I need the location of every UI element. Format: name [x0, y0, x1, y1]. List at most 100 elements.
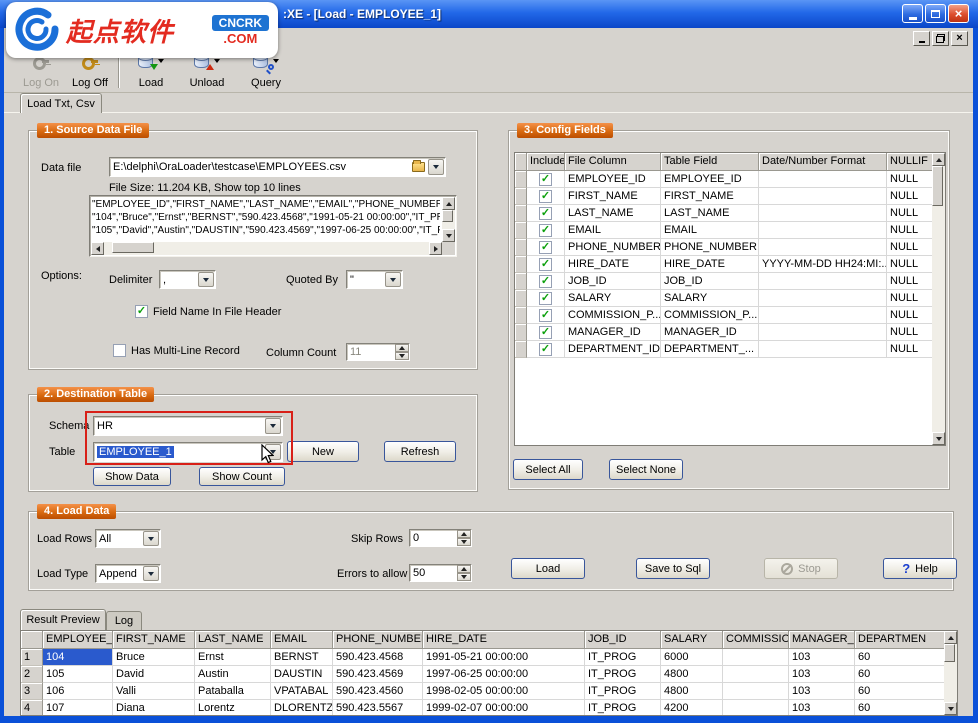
include-cell[interactable]: ✓: [527, 205, 565, 222]
result-cell[interactable]: DLORENTZ: [271, 700, 333, 715]
nullif-cell[interactable]: NULL: [887, 273, 932, 290]
spin-up-button[interactable]: [457, 530, 471, 538]
table-field-cell[interactable]: FIRST_NAME: [661, 188, 759, 205]
nullif-cell[interactable]: NULL: [887, 341, 932, 358]
help-button[interactable]: ? Help: [883, 558, 957, 579]
table-field-cell[interactable]: MANAGER_ID: [661, 324, 759, 341]
schema-select[interactable]: HR: [93, 416, 283, 436]
include-cell[interactable]: ✓: [527, 239, 565, 256]
row-number-cell[interactable]: 4: [21, 700, 43, 715]
result-cell[interactable]: [723, 700, 789, 715]
preview-hscrollbar[interactable]: [91, 242, 442, 255]
tab-log[interactable]: Log: [106, 611, 142, 630]
spin-down-button[interactable]: [457, 538, 471, 546]
result-cell[interactable]: [723, 649, 789, 666]
scrollbar-track[interactable]: [104, 242, 429, 255]
child-restore-button[interactable]: [932, 31, 949, 46]
maximize-button[interactable]: [925, 4, 946, 23]
include-cell[interactable]: ✓: [527, 256, 565, 273]
child-minimize-button[interactable]: [913, 31, 930, 46]
result-cell[interactable]: 1999-02-07 00:00:00: [423, 700, 585, 715]
include-cell[interactable]: ✓: [527, 341, 565, 358]
result-cell[interactable]: [723, 666, 789, 683]
data-file-dropdown-button[interactable]: [428, 159, 444, 175]
result-cell[interactable]: 590.423.4568: [333, 649, 423, 666]
chevron-down-icon[interactable]: [214, 59, 220, 63]
config-column-header[interactable]: Include: [527, 153, 565, 171]
field-header-checkbox[interactable]: ✓ Field Name In File Header: [135, 305, 281, 318]
checkbox-checked-icon[interactable]: ✓: [539, 275, 552, 288]
result-column-header[interactable]: EMPLOYEE_ID: [43, 631, 113, 649]
scroll-left-button[interactable]: [91, 242, 104, 255]
checkbox-checked-icon[interactable]: ✓: [135, 305, 148, 318]
checkbox-checked-icon[interactable]: ✓: [539, 326, 552, 339]
refresh-button[interactable]: Refresh: [384, 441, 456, 462]
config-column-header[interactable]: File Column: [565, 153, 661, 171]
spin-up-button[interactable]: [457, 565, 471, 573]
result-column-header[interactable]: HIRE_DATE: [423, 631, 585, 649]
result-cell[interactable]: IT_PROG: [585, 683, 661, 700]
format-cell[interactable]: YYYY-MM-DD HH24:MI:...: [759, 256, 887, 273]
errors-to-allow-spinner[interactable]: 50: [409, 564, 472, 582]
result-cell[interactable]: IT_PROG: [585, 700, 661, 715]
result-vscrollbar[interactable]: [944, 631, 957, 715]
quoted-by-select[interactable]: ": [346, 270, 403, 289]
checkbox-unchecked-icon[interactable]: [113, 344, 126, 357]
spin-down-button[interactable]: [457, 573, 471, 581]
scrollbar-thumb[interactable]: [932, 166, 943, 206]
result-cell[interactable]: 6000: [661, 649, 723, 666]
scroll-down-button[interactable]: [442, 229, 455, 242]
nullif-cell[interactable]: NULL: [887, 290, 932, 307]
include-cell[interactable]: ✓: [527, 188, 565, 205]
result-cell[interactable]: 590.423.4560: [333, 683, 423, 700]
child-close-button[interactable]: ×: [951, 31, 968, 46]
nullif-cell[interactable]: NULL: [887, 256, 932, 273]
format-cell[interactable]: [759, 239, 887, 256]
scroll-up-button[interactable]: [442, 197, 455, 210]
checkbox-checked-icon[interactable]: ✓: [539, 224, 552, 237]
new-button[interactable]: New: [287, 441, 359, 462]
scrollbar-thumb[interactable]: [442, 210, 453, 222]
scrollbar-thumb[interactable]: [944, 644, 955, 662]
include-cell[interactable]: ✓: [527, 290, 565, 307]
spin-up-button[interactable]: [395, 344, 409, 352]
result-column-header[interactable]: EMAIL: [271, 631, 333, 649]
dropdown-button[interactable]: [385, 272, 401, 287]
result-cell[interactable]: 4800: [661, 683, 723, 700]
config-column-header[interactable]: Date/Number Format: [759, 153, 887, 171]
scroll-right-button[interactable]: [429, 242, 442, 255]
result-cell[interactable]: 590.423.4569: [333, 666, 423, 683]
select-all-button[interactable]: Select All: [513, 459, 583, 480]
format-cell[interactable]: [759, 273, 887, 290]
result-column-header[interactable]: COMMISSIO: [723, 631, 789, 649]
result-cell[interactable]: 1997-06-25 00:00:00: [423, 666, 585, 683]
file-column-cell[interactable]: HIRE_DATE: [565, 256, 661, 273]
include-cell[interactable]: ✓: [527, 273, 565, 290]
scrollbar-track[interactable]: [944, 644, 957, 702]
checkbox-checked-icon[interactable]: ✓: [539, 241, 552, 254]
result-cell[interactable]: 1991-05-21 00:00:00: [423, 649, 585, 666]
delimiter-select[interactable]: ,: [159, 270, 216, 289]
row-number-cell[interactable]: 1: [21, 649, 43, 666]
result-cell[interactable]: DAUSTIN: [271, 666, 333, 683]
nullif-cell[interactable]: NULL: [887, 239, 932, 256]
config-vscrollbar[interactable]: [932, 153, 945, 445]
config-column-header[interactable]: NULLIF: [887, 153, 932, 171]
result-cell[interactable]: Diana: [113, 700, 195, 715]
format-cell[interactable]: [759, 205, 887, 222]
format-cell[interactable]: [759, 188, 887, 205]
save-to-sql-button[interactable]: Save to Sql: [636, 558, 710, 579]
file-column-cell[interactable]: EMPLOYEE_ID: [565, 171, 661, 188]
checkbox-checked-icon[interactable]: ✓: [539, 343, 552, 356]
checkbox-checked-icon[interactable]: ✓: [539, 258, 552, 271]
result-column-header[interactable]: SALARY: [661, 631, 723, 649]
browse-button[interactable]: [409, 158, 427, 176]
tab-load-txt-csv[interactable]: Load Txt, Csv: [20, 93, 102, 113]
table-field-cell[interactable]: LAST_NAME: [661, 205, 759, 222]
select-none-button[interactable]: Select None: [609, 459, 683, 480]
result-column-header[interactable]: DEPARTMEN: [855, 631, 944, 649]
result-column-header[interactable]: LAST_NAME: [195, 631, 271, 649]
file-column-cell[interactable]: MANAGER_ID: [565, 324, 661, 341]
result-cell[interactable]: 1998-02-05 00:00:00: [423, 683, 585, 700]
file-column-cell[interactable]: DEPARTMENT_ID: [565, 341, 661, 358]
